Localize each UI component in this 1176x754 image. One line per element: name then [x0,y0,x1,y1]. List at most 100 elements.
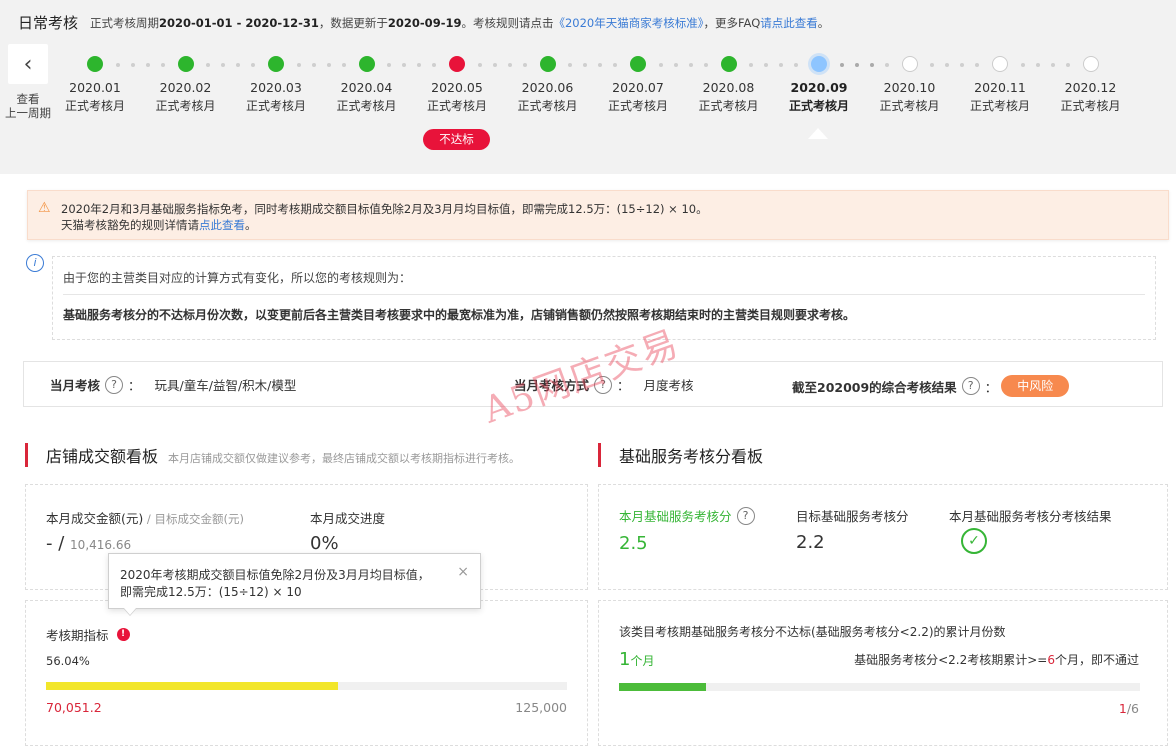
status-dot [630,56,646,72]
period-target-panel: 考核期指标! 56.04% 70,051.2 125,000 [25,600,588,746]
period-label: 考核期指标! [46,625,130,644]
month-2020.12[interactable]: 2020.12 正式考核月 [1046,56,1136,114]
status-dot [268,56,284,72]
timeline-connector-dot [311,63,316,67]
month-status: 正式考核月 [155,99,216,113]
status-dot [901,56,918,72]
help-icon[interactable]: ? [736,506,755,525]
month-label: 2020.11 [974,80,1026,95]
month-status: 正式考核月 [1060,99,1121,113]
period-progress-fill [46,682,338,690]
target-tooltip: 2020年考核期成交额目标值免除2月份及3月月均目标值， 即需完成12.5万：(… [108,553,481,616]
month-status: 正式考核月 [788,99,849,113]
fail-count-panel: 该类目考核期基础服务考核分不达标(基础服务考核分<2.2)的累计月份数 1个月 … [598,600,1168,746]
timeline-connector-dot [658,63,663,67]
status-dot [992,56,1008,72]
fail-count-label: 该类目考核期基础服务考核分不达标(基础服务考核分<2.2)的累计月份数 [619,625,1006,639]
month-2020.09[interactable]: 2020.09 正式考核月 [774,56,864,114]
timeline-connector-dot [477,63,482,67]
month-status: 正式考核月 [336,99,397,113]
method-value: 月度考核 [643,378,694,393]
status-dot [358,56,375,72]
timeline-connector-dot [492,63,497,67]
month-status: 正式考核月 [969,99,1030,113]
current-month-pointer [808,128,828,139]
close-icon[interactable]: × [457,564,469,580]
month-status: 正式考核月 [698,99,759,113]
fail-count-value: 1个月 [619,649,655,670]
month-status: 正式考核月 [607,99,668,113]
month-status: 正式考核月 [426,99,487,113]
target-score-label: 目标基础服务考核分 [796,509,909,524]
service-score-panel: 本月基础服务考核分? 2.5 目标基础服务考核分 2.2 本月基础服务考核分考核… [598,484,1168,590]
month-label: 2020.09 [790,80,848,95]
warning-icon: ⚠ [38,200,51,216]
result-label: 本月基础服务考核分考核结果 [949,509,1112,524]
fail-ratio: 1/6 [1118,701,1139,716]
warning-text: 2020年2月和3月基础服务指标免考，同时考核期成交额目标值免除2月及3月月均目… [61,202,708,216]
sales-board-hint: 本月店铺成交额仅做建议参考，最终店铺成交额以考核期指标进行考核。 [168,452,521,465]
warning-banner: ⚠ 2020年2月和3月基础服务指标免考，同时考核期成交额目标值免除2月及3月月… [27,190,1169,240]
period-progress-track [46,682,567,690]
progress-value: 0% [310,533,339,554]
help-icon[interactable]: ? [961,377,980,395]
notice-rule-text: 基础服务考核分的不达标月份次数，以变更前后各主营类目考核要求中的最宽标准为准，店… [63,308,856,322]
status-dot [87,56,103,72]
month-label: 2020.04 [340,80,393,95]
status-dot [177,56,194,72]
timeline-connector-dot [130,63,135,67]
help-icon[interactable]: ? [105,375,124,394]
faq-link[interactable]: 请点此查看 [760,16,818,30]
timeline-connector-dot [673,63,678,67]
chevron-left-icon: ‹ [23,51,33,77]
fail-badge: 不达标 [423,129,490,150]
prev-period-button[interactable]: ‹ [8,44,48,84]
timeline-connector-dot [839,63,844,67]
rule-link[interactable]: 《2020年天猫商家考核标准》 [553,16,703,30]
overall-result: 截至202009的综合考核结果?：中风险 [792,375,1070,397]
rule-notice: 由于您的主营类目对应的计算方式有变化，所以您的考核规则为： 基础服务考核分的不达… [52,256,1156,340]
info-icon: i [26,254,44,272]
month-2020.07[interactable]: 2020.07 正式考核月 [593,56,683,114]
timeline-connector-dot [1020,63,1025,67]
status-dot [811,56,827,72]
month-status: 正式考核月 [879,99,940,113]
check-circle-icon: ✓ [961,528,987,554]
amount-label: 本月成交金额(元) / 目标成交金额(元) [46,511,244,526]
timeline-connector-dot [1035,63,1040,67]
page-title: 日常考核 [18,14,79,32]
period-target: 125,000 [515,700,567,715]
notice-text: 由于您的主营类目对应的计算方式有变化，所以您的考核规则为： [63,271,412,285]
month-2020.04[interactable]: 2020.04 正式考核月 [322,56,412,114]
month-2020.06[interactable]: 2020.06 正式考核月 [503,56,593,114]
month-2020.08[interactable]: 2020.08 正式考核月 [684,56,774,114]
status-dot [720,56,737,72]
month-assessment: 当月考核?：玩具/童车/益智/积木/模型 [50,375,296,394]
period-percent: 56.04% [46,654,90,668]
month-2020.11[interactable]: 2020.11 正式考核月 [955,56,1045,114]
month-label: 2020.10 [883,80,936,95]
month-2020.03[interactable]: 2020.03 正式考核月 [231,56,321,114]
month-2020.10[interactable]: 2020.10 正式考核月 [865,56,955,114]
month-label: 2020.08 [702,80,755,95]
month-status: 正式考核月 [64,99,125,113]
month-status: 正式考核月 [517,99,578,113]
fail-rule: 基础服务考核分<2.2考核期累计>=6个月，即不通过 [854,653,1139,667]
category-value: 玩具/童车/益智/积木/模型 [154,378,297,393]
warning-text-2: 天猫考核豁免的规则详情请点此查看。 [61,218,257,232]
month-label: 2020.01 [69,80,121,95]
timeline-connector-dot [854,63,859,67]
month-2020.01[interactable]: 2020.01 正式考核月 [50,56,140,114]
service-board-title: 基础服务考核分看板 [598,438,763,467]
month-status: 正式考核月 [245,99,306,113]
timeline-connector-dot [296,63,301,67]
risk-badge: 中风险 [1001,375,1070,397]
period-current: 70,051.2 [46,700,102,715]
exemption-link[interactable]: 点此查看 [199,218,245,232]
alert-icon[interactable]: ! [116,628,130,641]
month-2020.02[interactable]: 2020.02 正式考核月 [141,56,231,114]
prev-period-label[interactable]: 查看 上一周期 [4,92,52,120]
score-value: 2.5 [619,533,648,554]
period-info: 正式考核周期2020-01-01 - 2020-12-31，数据更新于2020-… [90,16,830,30]
month-2020.05[interactable]: 2020.05 正式考核月 [412,56,502,114]
